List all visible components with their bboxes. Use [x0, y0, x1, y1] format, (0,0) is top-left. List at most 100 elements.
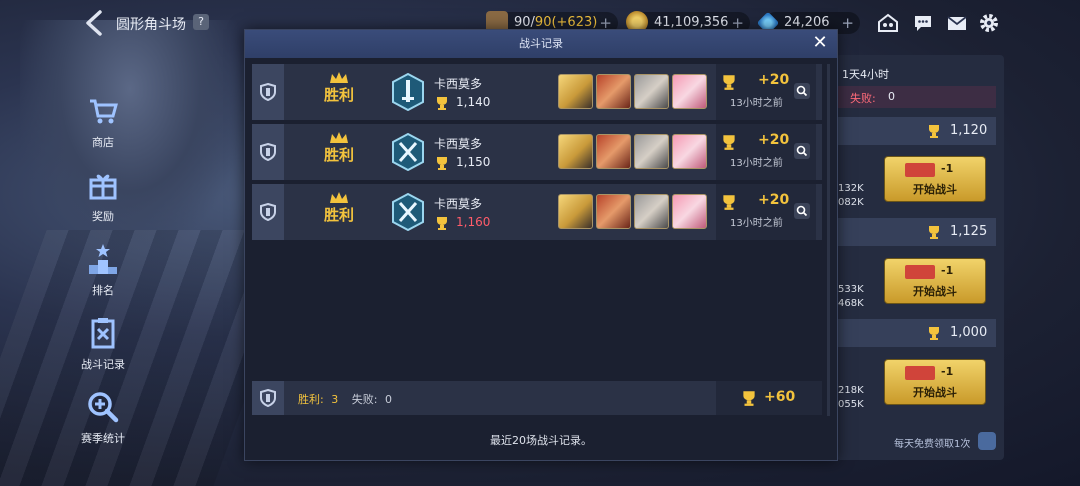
trophy-count: 1,140 — [456, 95, 491, 109]
trophy-count: 1,160 — [456, 215, 491, 229]
hero-portrait — [558, 134, 593, 169]
hero-portrait — [672, 74, 707, 109]
cart-icon — [90, 99, 118, 124]
sidebar-item-label: 奖励 — [92, 210, 114, 223]
trophy-icon — [723, 195, 735, 210]
trophy-icon — [723, 75, 735, 90]
opponent-score: 1,120 — [950, 123, 988, 138]
sidebar-item-label: 战斗记录 — [81, 358, 125, 371]
help-button[interactable]: ? — [193, 14, 209, 30]
stamina-bonus: (+623) — [551, 15, 598, 30]
screen-title: 圆形角斗场 — [116, 17, 186, 33]
win-loss-summary: 胜利: 3 失败: 0 — [298, 391, 392, 407]
ticket-cost: -1 — [941, 162, 954, 175]
search-icon[interactable] — [794, 203, 810, 219]
battle-ticket-icon — [905, 163, 935, 177]
opponent-power: 218K 055K — [838, 385, 864, 410]
season-timer: 1天4小时 — [842, 68, 889, 81]
battle-result: 胜利 — [312, 72, 366, 105]
start-battle-button[interactable]: -1 开始战斗 — [884, 359, 986, 405]
sidebar-item-ranking[interactable]: 排名 — [74, 242, 132, 298]
refresh-icon[interactable] — [978, 432, 996, 450]
free-daily-note: 每天免费领取1次 — [894, 439, 971, 450]
opponent-power: 132K 082K — [838, 183, 864, 208]
stamina-max: 90 — [534, 15, 552, 30]
crown-icon — [330, 132, 348, 143]
trophy-gain-cell: +20 13小时之前 — [716, 184, 816, 240]
battle-time: 13小时之前 — [730, 218, 783, 229]
battle-ticket-icon — [905, 366, 935, 380]
modal-header: 战斗记录 — [245, 30, 837, 58]
start-battle-button[interactable]: -1 开始战斗 — [884, 258, 986, 304]
sidebar-item-rewards[interactable]: 奖励 — [74, 168, 132, 224]
trophy-icon — [437, 217, 447, 230]
mail-icon[interactable] — [946, 12, 968, 34]
opponent-trophies: 1,150 — [434, 155, 490, 174]
trophy-gain-cell: +20 13小时之前 — [716, 124, 816, 180]
result-label: 胜利 — [323, 86, 354, 104]
sidebar-item-battle-log[interactable]: 战斗记录 — [74, 316, 132, 372]
trophy-gain: +20 — [758, 72, 790, 88]
trophy-gain: +20 — [758, 132, 790, 148]
clipboard-x-icon — [91, 318, 115, 349]
gem-add-button[interactable]: + — [841, 12, 854, 34]
defense-shield-icon — [252, 381, 284, 415]
result-label: 胜利 — [323, 146, 354, 164]
trophy-icon — [929, 226, 939, 239]
hero-portrait — [634, 194, 669, 229]
total-gain-cell: +60 — [716, 381, 822, 415]
search-icon[interactable] — [794, 143, 810, 159]
search-icon[interactable] — [794, 83, 810, 99]
sidebar-item-season-stats[interactable]: 赛季统计 — [74, 390, 132, 446]
back-arrow-icon[interactable] — [84, 10, 104, 36]
record-limit-note: 最近20场战斗记录。 — [490, 434, 592, 447]
hero-portrait — [558, 194, 593, 229]
ticket-cost: -1 — [941, 365, 954, 378]
trophy-icon — [437, 97, 447, 110]
hero-portrait — [596, 74, 631, 109]
wins-count: 3 — [331, 393, 339, 406]
opponent-name: 卡西莫多 — [434, 197, 483, 211]
battle-result: 胜利 — [312, 192, 366, 225]
crown-icon — [330, 72, 348, 83]
trophy-icon — [929, 327, 939, 340]
crossed-swords-emblem-icon — [392, 193, 424, 231]
chat-icon[interactable] — [912, 12, 934, 34]
start-battle-label: 开始战斗 — [913, 386, 957, 399]
wins-label: 胜利: — [298, 393, 324, 406]
hero-portrait — [596, 134, 631, 169]
trophy-icon — [929, 125, 939, 138]
trophy-icon — [723, 135, 735, 150]
crown-icon — [330, 192, 348, 203]
ticket-cost: -1 — [941, 264, 954, 277]
modal-title: 战斗记录 — [519, 37, 563, 50]
loss-label: 失败: — [850, 92, 876, 105]
close-button[interactable]: ✕ — [811, 34, 829, 52]
battle-time: 13小时之前 — [730, 98, 783, 109]
list-scrollbar[interactable] — [827, 64, 830, 416]
hero-portrait — [596, 194, 631, 229]
battle-summary-bar: 胜利: 3 失败: 0 +60 — [252, 381, 822, 415]
hero-portrait — [634, 134, 669, 169]
battle-record-row: 胜利 卡西莫多 1,150 +20 13小时之前 — [252, 124, 822, 180]
podium-icon — [89, 244, 117, 274]
hero-portrait — [672, 134, 707, 169]
crossed-swords-emblem-icon — [392, 133, 424, 171]
opponent-name: 卡西莫多 — [434, 137, 483, 151]
sword-emblem-icon — [392, 73, 424, 111]
start-battle-button[interactable]: -1 开始战斗 — [884, 156, 986, 202]
sidebar-item-shop[interactable]: 商店 — [74, 94, 132, 150]
total-trophy-gain: +60 — [764, 389, 796, 405]
trophy-count: 1,150 — [456, 155, 491, 169]
guild-icon[interactable] — [877, 12, 899, 34]
battle-record-row: 胜利 卡西莫多 1,160 +20 13小时之前 — [252, 184, 822, 240]
hero-portrait — [634, 74, 669, 109]
result-label: 胜利 — [323, 206, 354, 224]
opponent-score: 1,125 — [950, 224, 988, 239]
battle-record-list[interactable]: 胜利 卡西莫多 1,140 +20 13小时之前 胜利 卡西莫多 1,150 +… — [252, 64, 826, 374]
battle-log-modal: 战斗记录 ✕ 胜利 卡西莫多 1,140 +20 13小时之前 胜利 卡西莫多 … — [244, 29, 838, 461]
trophy-icon — [437, 157, 447, 170]
defense-shield-icon — [252, 124, 284, 180]
settings-gear-icon[interactable] — [978, 12, 1000, 34]
sidebar-item-label: 排名 — [92, 284, 114, 297]
